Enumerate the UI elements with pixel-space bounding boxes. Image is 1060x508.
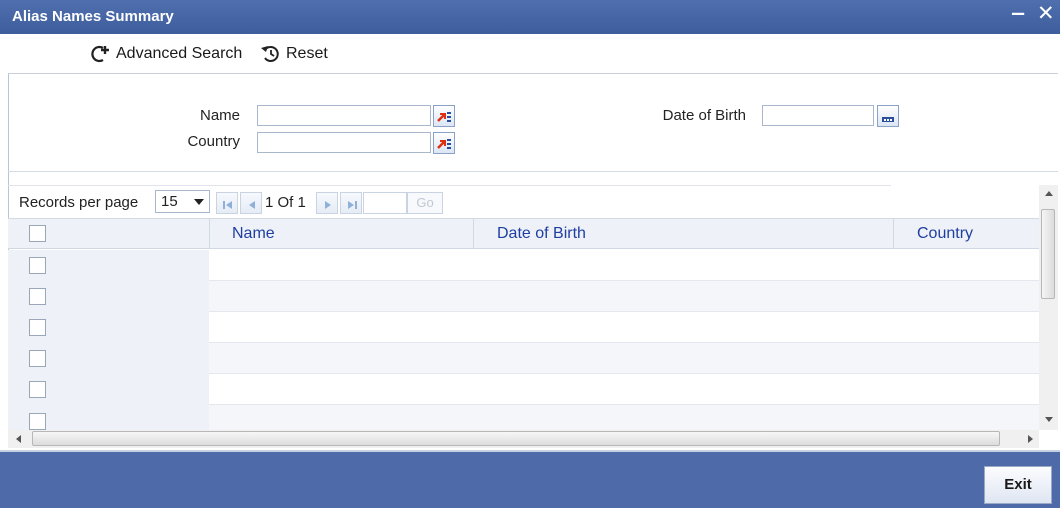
country-lov-button[interactable] (433, 132, 455, 154)
search-panel: Name Country Date of Birth (8, 75, 1058, 172)
lov-icon (437, 112, 451, 122)
column-divider (893, 219, 894, 249)
horizontal-scroll-thumb[interactable] (32, 431, 1000, 446)
reset-icon (261, 46, 279, 62)
last-page-icon (348, 201, 357, 209)
next-page-button[interactable] (316, 192, 338, 214)
country-input[interactable] (257, 132, 431, 153)
column-divider (473, 219, 474, 249)
previous-page-button[interactable] (240, 192, 262, 214)
country-label: Country (187, 133, 240, 150)
results-grid-area: Records per page 15 1 Of 1 Go Name Date … (8, 185, 1058, 435)
goto-page-input[interactable] (363, 192, 407, 214)
row-checkbox[interactable] (29, 413, 46, 430)
chevron-down-icon (194, 199, 204, 205)
records-per-page-select[interactable]: 15 (155, 190, 210, 213)
table-header: Name Date of Birth Country (8, 219, 1048, 249)
scroll-left-arrow-icon[interactable] (16, 435, 21, 443)
table-row[interactable] (8, 405, 1048, 430)
footer-bar: Exit (0, 450, 1060, 508)
first-page-icon (223, 201, 232, 209)
pagination-bar: Records per page 15 1 Of 1 Go (8, 185, 891, 217)
row-checkbox[interactable] (29, 288, 46, 305)
vertical-scroll-thumb[interactable] (1041, 209, 1055, 299)
table-row[interactable] (8, 281, 1048, 312)
page-info: 1 Of 1 (265, 194, 306, 211)
records-per-page-value: 15 (161, 193, 178, 210)
column-header-country[interactable]: Country (917, 219, 973, 249)
row-checkbox[interactable] (29, 350, 46, 367)
window-title: Alias Names Summary (12, 8, 174, 25)
first-page-button[interactable] (216, 192, 238, 214)
column-header-name[interactable]: Name (232, 219, 275, 249)
advanced-search-button[interactable]: Advanced Search (90, 44, 242, 64)
prev-page-icon (249, 201, 255, 209)
title-bar: Alias Names Summary ‒ ✕ (0, 0, 1060, 34)
name-lov-button[interactable] (433, 105, 455, 127)
dob-label: Date of Birth (662, 107, 746, 124)
table-row[interactable] (8, 374, 1048, 405)
column-header-date-of-birth[interactable]: Date of Birth (497, 219, 586, 249)
reset-label: Reset (286, 45, 328, 62)
records-per-page-label: Records per page (19, 194, 139, 211)
close-button[interactable]: ✕ (1037, 1, 1055, 26)
select-all-checkbox[interactable] (29, 225, 46, 242)
row-checkbox[interactable] (29, 319, 46, 336)
exit-button[interactable]: Exit (984, 466, 1052, 504)
advanced-search-label: Advanced Search (116, 45, 243, 62)
scroll-right-arrow-icon[interactable] (1028, 435, 1033, 443)
horizontal-scrollbar[interactable] (8, 430, 1039, 448)
scroll-up-arrow-icon[interactable] (1045, 191, 1053, 196)
name-label: Name (199, 107, 240, 124)
advanced-search-icon (91, 45, 109, 63)
table-row[interactable] (8, 343, 1048, 374)
calendar-icon (882, 117, 894, 122)
scroll-down-arrow-icon[interactable] (1045, 417, 1053, 422)
table-row[interactable] (8, 250, 1048, 281)
reset-button[interactable]: Reset (260, 44, 328, 64)
lov-icon (437, 139, 451, 149)
toolbar: Advanced Search Reset (8, 34, 1058, 74)
dob-input[interactable] (762, 105, 874, 126)
go-button[interactable]: Go (407, 192, 443, 214)
vertical-scrollbar[interactable] (1039, 185, 1058, 430)
column-divider (209, 219, 210, 249)
row-checkbox[interactable] (29, 257, 46, 274)
minimize-button[interactable]: ‒ (1012, 0, 1024, 26)
name-input[interactable] (257, 105, 431, 126)
table-row[interactable] (8, 312, 1048, 343)
last-page-button[interactable] (340, 192, 362, 214)
row-checkbox[interactable] (29, 381, 46, 398)
dob-calendar-button[interactable] (877, 105, 899, 127)
next-page-icon (325, 201, 331, 209)
results-table: Name Date of Birth Country (8, 218, 1048, 430)
